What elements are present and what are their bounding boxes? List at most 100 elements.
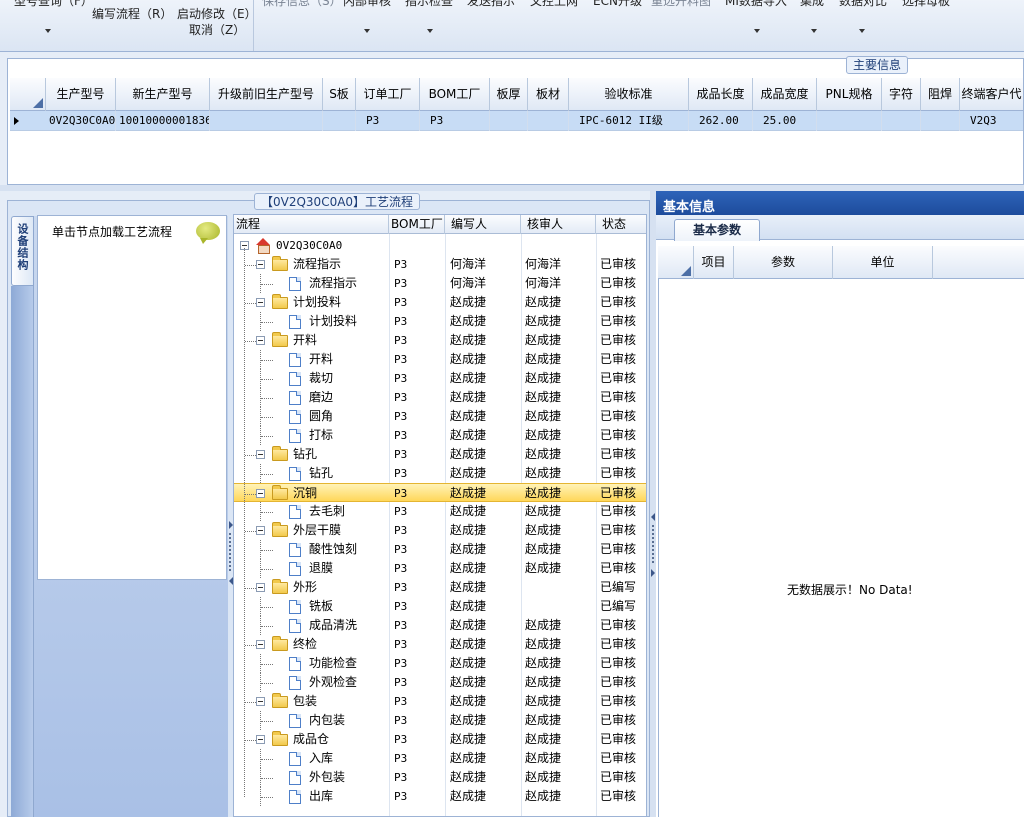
col-header[interactable]: 编写人 [445, 215, 521, 234]
cell[interactable]: 0V2Q30C0A0 [46, 111, 116, 131]
col-header[interactable]: 订单工厂 [356, 78, 420, 111]
save-info-button[interactable]: 保存信息（S） [262, 0, 342, 8]
col-header[interactable]: 生产型号 [46, 78, 116, 111]
collapse-toggle-icon[interactable] [256, 735, 265, 744]
collapse-toggle-icon[interactable] [256, 298, 265, 307]
collapse-toggle-icon[interactable] [256, 489, 265, 498]
tree-root-row[interactable]: 0V2Q30C0A0 [234, 236, 646, 255]
cell[interactable] [882, 111, 921, 131]
cell[interactable]: 10010000001836 [116, 111, 210, 131]
tree-row[interactable]: 铣板 P3 赵成捷 已编写 [234, 597, 646, 616]
col-header[interactable]: BOM工厂 [420, 78, 490, 111]
tree-row[interactable]: 开料 P3 赵成捷 赵成捷 已审核 [234, 331, 646, 350]
col-header[interactable]: 核审人 [521, 215, 596, 234]
tab-device-structure[interactable]: 设备结构 [11, 216, 33, 286]
data-compare-button[interactable]: 数据对比 [839, 0, 887, 8]
col-header[interactable]: BOM工厂 [389, 215, 445, 234]
tree-row[interactable]: 终检 P3 赵成捷 赵成捷 已审核 [234, 635, 646, 654]
grid-corner[interactable] [10, 78, 46, 111]
cancel-button[interactable]: 取消（Z） [189, 23, 245, 37]
tree-row[interactable]: 出库 P3 赵成捷 赵成捷 已审核 [234, 787, 646, 806]
tree-row[interactable]: 流程指示 P3 何海洋 何海洋 已审核 [234, 274, 646, 293]
cell[interactable]: 262.00 [689, 111, 753, 131]
cell[interactable] [490, 111, 528, 131]
mi-import-button[interactable]: MI数据导入 [725, 0, 787, 8]
re-select-drawing-button[interactable]: 重选开料图 [651, 0, 711, 8]
collapse-toggle-icon[interactable] [256, 526, 265, 535]
model-query-button[interactable]: 型号查询（F） [14, 0, 93, 8]
tree-row[interactable]: 酸性蚀刻 P3 赵成捷 赵成捷 已审核 [234, 540, 646, 559]
tree-row[interactable]: 内包装 P3 赵成捷 赵成捷 已审核 [234, 711, 646, 730]
device-tree[interactable]: 单击节点加载工艺流程 [37, 215, 227, 580]
tree-row[interactable]: 裁切 P3 赵成捷 赵成捷 已审核 [234, 369, 646, 388]
tree-row[interactable]: 退膜 P3 赵成捷 赵成捷 已审核 [234, 559, 646, 578]
collapse-toggle-icon[interactable] [256, 583, 265, 592]
col-header[interactable]: 验收标准 [569, 78, 689, 111]
cell[interactable] [528, 111, 569, 131]
select-template-button[interactable]: 选择母板 [902, 0, 950, 8]
instruction-check-button[interactable]: 指示检查 [405, 0, 453, 8]
cell[interactable]: P3 [356, 111, 420, 131]
col-header[interactable]: 参数 [734, 246, 833, 279]
start-modify-button[interactable]: 启动修改（E） [177, 7, 257, 21]
col-header[interactable]: 阻焊 [921, 78, 960, 111]
col-header[interactable]: 单位 [833, 246, 933, 279]
col-header[interactable]: 板厚 [490, 78, 528, 111]
tree-row[interactable]: 成品清洗 P3 赵成捷 赵成捷 已审核 [234, 616, 646, 635]
chevron-down-icon[interactable] [754, 29, 760, 33]
tree-row[interactable]: 外观检查 P3 赵成捷 赵成捷 已审核 [234, 673, 646, 692]
collapse-toggle-icon[interactable] [256, 336, 265, 345]
chevron-down-icon[interactable] [45, 29, 51, 33]
col-header[interactable]: PNL规格 [817, 78, 882, 111]
cell[interactable] [210, 111, 323, 131]
cell[interactable]: P3 [420, 111, 490, 131]
col-header[interactable]: S板 [323, 78, 356, 111]
col-header[interactable]: 新生产型号 [116, 78, 210, 111]
tree-row[interactable]: 去毛刺 P3 赵成捷 赵成捷 已审核 [234, 502, 646, 521]
collapse-toggle-icon[interactable] [256, 260, 265, 269]
col-header[interactable]: 升级前旧生产型号 [210, 78, 323, 111]
col-header[interactable]: 流程 [234, 215, 389, 234]
grid-corner[interactable] [658, 246, 694, 279]
collapse-toggle-icon[interactable] [256, 450, 265, 459]
collapse-toggle-icon[interactable] [256, 697, 265, 706]
cell[interactable] [817, 111, 882, 131]
col-header[interactable]: 成品宽度 [753, 78, 817, 111]
collapse-toggle-icon[interactable] [256, 640, 265, 649]
tree-row[interactable]: 沉铜 P3 赵成捷 赵成捷 已审核 [234, 483, 646, 502]
table-row[interactable]: 0V2Q30C0A0 10010000001836 P3 P3 IPC-6012… [10, 111, 1023, 131]
chevron-down-icon[interactable] [427, 29, 433, 33]
col-header[interactable]: 终端客户代 [960, 78, 1023, 111]
collect-button[interactable]: 集成 [800, 0, 824, 8]
chevron-down-icon[interactable] [364, 29, 370, 33]
tree-row[interactable]: 钻孔 P3 赵成捷 赵成捷 已审核 [234, 445, 646, 464]
cell[interactable]: 25.00 [753, 111, 817, 131]
chevron-down-icon[interactable] [811, 29, 817, 33]
chevron-down-icon[interactable] [859, 29, 865, 33]
tree-row[interactable]: 入库 P3 赵成捷 赵成捷 已审核 [234, 749, 646, 768]
tree-row[interactable]: 流程指示 P3 何海洋 何海洋 已审核 [234, 255, 646, 274]
tree-row[interactable]: 成品仓 P3 赵成捷 赵成捷 已审核 [234, 730, 646, 749]
tree-row[interactable]: 钻孔 P3 赵成捷 赵成捷 已审核 [234, 464, 646, 483]
internal-review-button[interactable]: 内部审核 [343, 0, 391, 8]
tab-basic-params[interactable]: 基本参数 [674, 219, 760, 241]
issue-instruction-button[interactable]: 发送指示 [467, 0, 515, 8]
tree-row[interactable]: 开料 P3 赵成捷 赵成捷 已审核 [234, 350, 646, 369]
tree-row[interactable]: 外形 P3 赵成捷 已编写 [234, 578, 646, 597]
tree-row[interactable]: 外层干膜 P3 赵成捷 赵成捷 已审核 [234, 521, 646, 540]
col-header[interactable]: 项目 [694, 246, 734, 279]
cell[interactable] [921, 111, 960, 131]
tree-row[interactable]: 包装 P3 赵成捷 赵成捷 已审核 [234, 692, 646, 711]
col-header[interactable]: 板材 [528, 78, 569, 111]
file-upload-button[interactable]: 文控上网 [530, 0, 578, 8]
tree-row[interactable]: 打标 P3 赵成捷 赵成捷 已审核 [234, 426, 646, 445]
col-header[interactable]: 成品长度 [689, 78, 753, 111]
tree-row[interactable]: 磨边 P3 赵成捷 赵成捷 已审核 [234, 388, 646, 407]
col-header[interactable]: 状态 [596, 215, 646, 234]
tree-row[interactable]: 计划投料 P3 赵成捷 赵成捷 已审核 [234, 293, 646, 312]
edit-flow-button[interactable]: 编写流程（R） [92, 7, 172, 21]
tree-row[interactable]: 外包装 P3 赵成捷 赵成捷 已审核 [234, 768, 646, 787]
ecn-upgrade-button[interactable]: ECN升级 [593, 0, 642, 8]
cell[interactable] [323, 111, 356, 131]
cell[interactable]: IPC-6012 II级 [569, 111, 689, 131]
